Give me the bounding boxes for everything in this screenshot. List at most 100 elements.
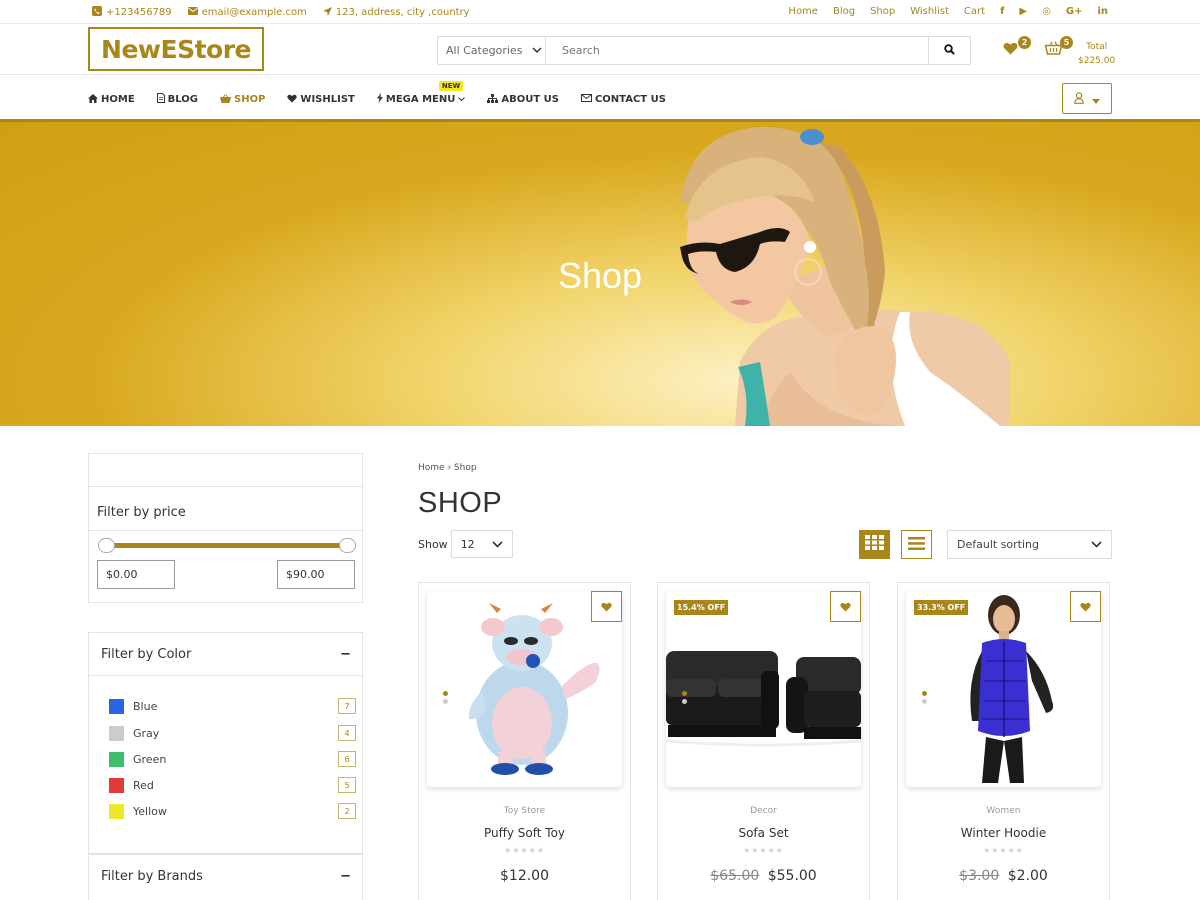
nav-item-home[interactable]: HOME: [88, 93, 135, 106]
color-count: 7: [338, 698, 356, 714]
envelope-icon: [580, 94, 592, 105]
nav-item-mega-menu-label: MEGA MENU: [385, 94, 456, 105]
nav-item-shop[interactable]: SHOP: [220, 93, 265, 106]
carousel-dot-active[interactable]: [443, 691, 448, 696]
grid-view-button[interactable]: [859, 530, 890, 559]
top-link-shop[interactable]: Shop: [870, 6, 895, 17]
nav-item-about-us[interactable]: ABOUT US: [487, 93, 559, 106]
carousel-dot-active[interactable]: [682, 691, 687, 696]
color-option-blue[interactable]: Blue 7: [109, 698, 356, 714]
sidebar-top-box: [88, 453, 363, 487]
price-filter-box: Filter by price $0.00 $90.00: [88, 486, 363, 603]
hero-title: Shop: [557, 255, 643, 296]
product-card[interactable]: 33.3% OFF Women Winter Hoodie ★★★★★ $3.0…: [897, 582, 1110, 900]
green-swatch: [109, 751, 124, 767]
collapse-icon[interactable]: −: [340, 647, 351, 662]
brand-filter-header[interactable]: Filter by Brands −: [101, 869, 351, 884]
search-icon: [944, 43, 955, 58]
nav-item-wishlist-label: WISHLIST: [300, 94, 355, 105]
category-select[interactable]: All Categories: [438, 37, 546, 64]
carousel-dot[interactable]: [922, 699, 927, 704]
product-category[interactable]: Women: [898, 806, 1109, 816]
price-range-track[interactable]: [107, 543, 347, 548]
nav-item-wishlist[interactable]: WISHLIST: [287, 93, 355, 106]
address-info: 123, address, city ,country: [322, 6, 470, 19]
color-option-gray[interactable]: Gray 4: [109, 725, 356, 741]
per-page-select[interactable]: 12: [450, 530, 513, 558]
price-max-input[interactable]: $90.00: [277, 560, 355, 589]
user-menu-button[interactable]: [1062, 83, 1112, 114]
top-link-wishlist[interactable]: Wishlist: [910, 6, 949, 17]
color-option-red[interactable]: Red 5: [109, 777, 356, 793]
discount-badge: 15.4% OFF: [674, 600, 729, 615]
add-to-wishlist-button[interactable]: [830, 591, 861, 622]
list-view-button[interactable]: [901, 530, 932, 559]
product-card[interactable]: 15.4% OFF Decor Sofa Set ★★★★★ $65.00 $5…: [657, 582, 870, 900]
top-link-cart[interactable]: Cart: [964, 6, 985, 17]
cart-total-label: Total: [1086, 42, 1108, 52]
header: NewEStore All Categories 2 5 Total $225.…: [0, 24, 1200, 75]
wishlist-button[interactable]: 2: [1003, 36, 1031, 59]
top-link-blog[interactable]: Blog: [833, 6, 855, 17]
price-min-input[interactable]: $0.00: [97, 560, 175, 589]
google-plus-icon[interactable]: G+: [1066, 6, 1083, 17]
nav-item-mega-menu[interactable]: MEGA MENU NEW: [376, 81, 466, 106]
nav-item-about-us-label: ABOUT US: [501, 94, 559, 105]
product-price: $3.00 $2.00: [898, 868, 1109, 884]
add-to-wishlist-button[interactable]: [1070, 591, 1101, 622]
color-filter-box: Filter by Color − Blue 7 Gray 4 Green 6 …: [88, 632, 363, 854]
carousel-dot[interactable]: [443, 699, 448, 704]
collapse-icon[interactable]: −: [340, 869, 351, 884]
nav-item-home-label: HOME: [101, 94, 135, 105]
color-option-yellow[interactable]: Yellow 2: [109, 803, 356, 819]
bolt-icon: [376, 93, 383, 106]
facebook-icon[interactable]: f: [1000, 6, 1004, 17]
basket-icon: [220, 93, 232, 106]
add-to-wishlist-button[interactable]: [591, 591, 622, 622]
color-name: Red: [133, 778, 154, 792]
image-carousel-dots[interactable]: [922, 691, 927, 707]
carousel-dot-active[interactable]: [922, 691, 927, 696]
top-bar: +123456789 email@example.com 123, addres…: [0, 0, 1200, 24]
phone-icon: [92, 6, 102, 19]
color-count: 2: [338, 803, 356, 819]
youtube-icon[interactable]: ▶: [1019, 6, 1027, 17]
search-button[interactable]: [928, 37, 970, 64]
nav-item-blog[interactable]: BLOG: [156, 93, 198, 106]
envelope-icon: [187, 7, 198, 18]
product-name[interactable]: Winter Hoodie: [898, 826, 1109, 840]
breadcrumb[interactable]: Home › Shop: [418, 463, 477, 473]
linkedin-icon[interactable]: in: [1097, 6, 1108, 17]
divider: [89, 675, 362, 676]
search-bar: All Categories: [437, 36, 971, 65]
price-max-handle[interactable]: [339, 538, 356, 553]
product-category[interactable]: Toy Store: [419, 806, 630, 816]
current-price: $2.00: [1007, 868, 1048, 884]
phone-info: +123456789: [92, 6, 172, 19]
color-filter-header[interactable]: Filter by Color −: [101, 647, 351, 662]
instagram-icon[interactable]: ◎: [1042, 6, 1051, 17]
image-carousel-dots[interactable]: [682, 691, 687, 707]
product-category[interactable]: Decor: [658, 806, 869, 816]
location-arrow-icon: [322, 6, 332, 19]
product-name[interactable]: Puffy Soft Toy: [419, 826, 630, 840]
color-count: 4: [338, 725, 356, 741]
site-logo[interactable]: NewEStore: [88, 27, 264, 71]
divider: [89, 530, 362, 531]
phone-text: +123456789: [106, 7, 172, 18]
search-input[interactable]: [546, 37, 928, 64]
product-name[interactable]: Sofa Set: [658, 826, 869, 840]
image-carousel-dots[interactable]: [443, 691, 448, 707]
color-option-green[interactable]: Green 6: [109, 751, 356, 767]
price-min-handle[interactable]: [98, 538, 115, 553]
top-link-home[interactable]: Home: [788, 6, 818, 17]
cart-button[interactable]: 5: [1044, 36, 1073, 59]
nav-item-contact-us[interactable]: CONTACT US: [580, 93, 666, 106]
carousel-dot[interactable]: [682, 699, 687, 704]
sort-value: Default sorting: [957, 538, 1039, 551]
product-card[interactable]: Toy Store Puffy Soft Toy ★★★★★ $12.00: [418, 582, 631, 900]
sort-select[interactable]: Default sorting: [947, 530, 1112, 559]
new-badge: NEW: [438, 81, 464, 91]
wishlist-count-badge: 2: [1018, 36, 1031, 49]
rating-stars: ★★★★★: [743, 846, 784, 855]
